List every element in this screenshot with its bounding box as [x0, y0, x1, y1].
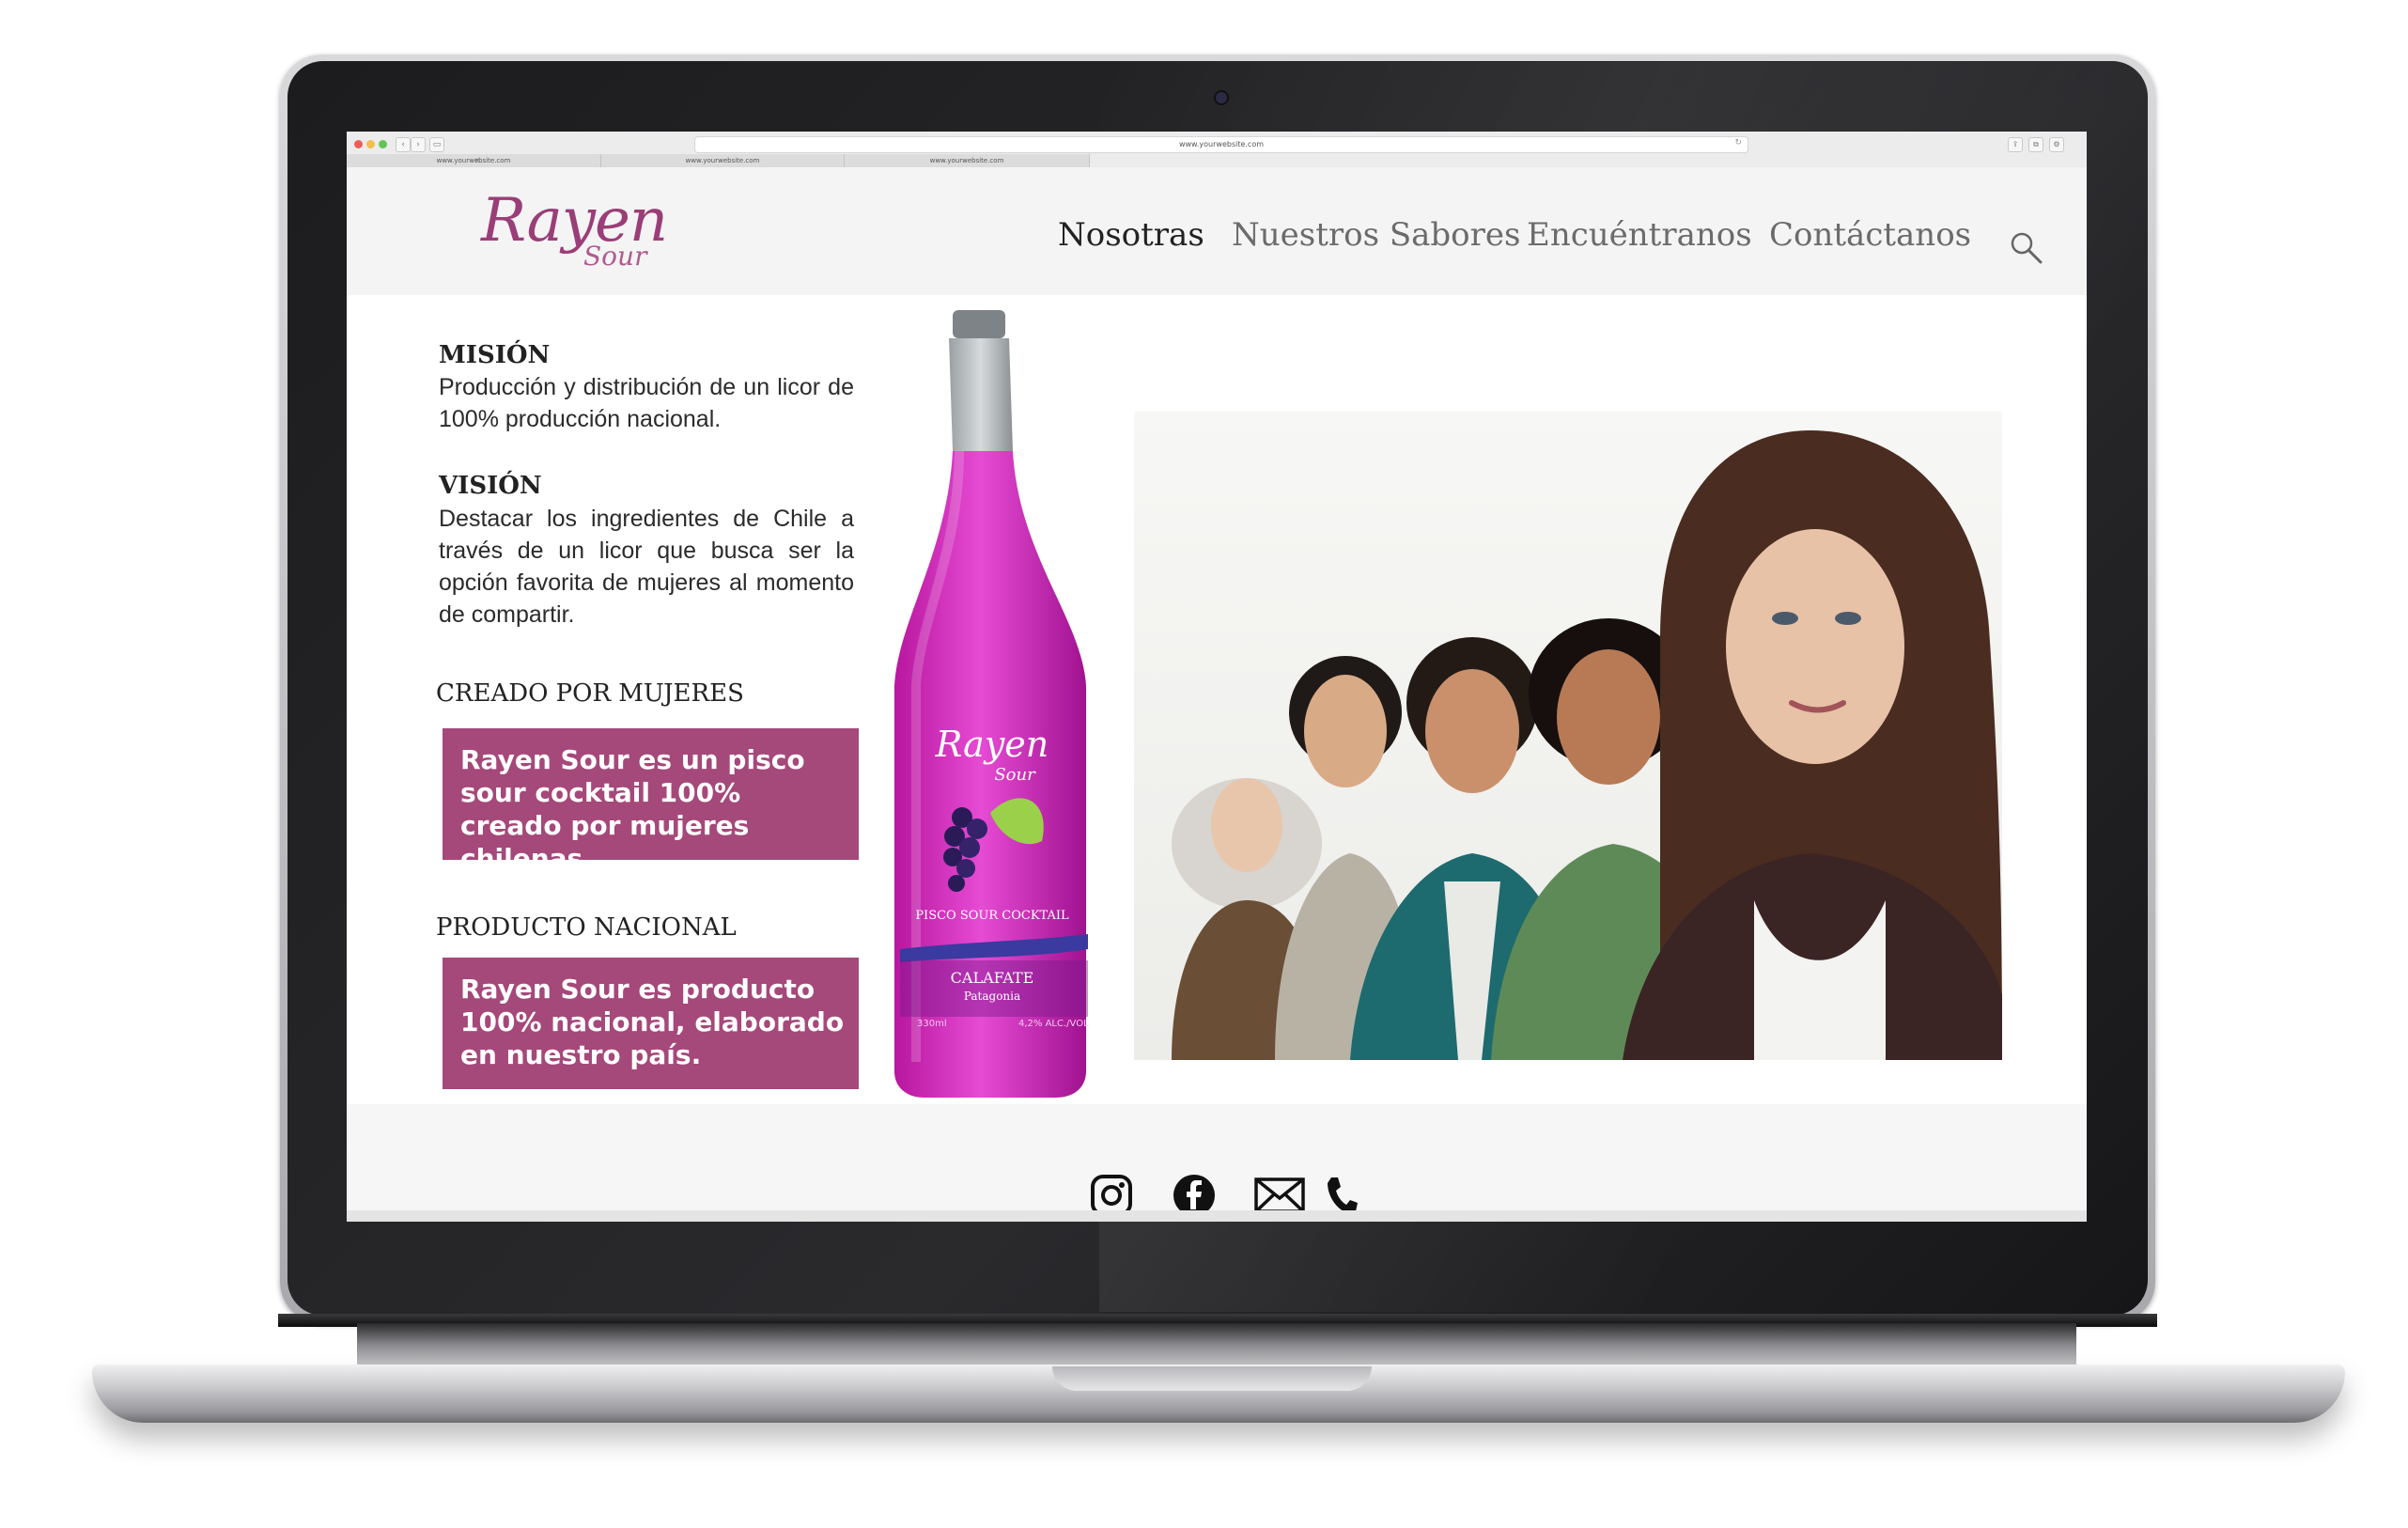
women-info-box: Rayen Sour es un pisco sour cocktail 100…	[443, 728, 859, 874]
site-footer	[347, 1104, 2087, 1222]
nav-nuestros-sabores[interactable]: Nuestros Sabores	[1232, 216, 1520, 254]
maximize-window-button[interactable]	[379, 140, 387, 148]
women-group-photo	[1134, 412, 2002, 1060]
browser-tab[interactable]: × www.yourwebsite.com	[347, 154, 601, 167]
bottle-region-label: Patagonia	[964, 990, 1020, 1003]
nav-contactanos[interactable]: Contáctanos	[1769, 216, 1971, 254]
tab-title: www.yourwebsite.com	[685, 157, 760, 164]
mission-text: Producción y distribución de un licor de…	[439, 374, 854, 432]
bottle-volume-label: 330ml	[917, 1019, 947, 1029]
tab-title: www.yourwebsite.com	[436, 157, 511, 164]
bottle-abv-label: 4,2% ALC./VOL	[1018, 1019, 1089, 1029]
bottle-type-label: PISCO SOUR COCKTAIL	[915, 909, 1069, 923]
vision-text: Destacar los ingredientes de Chile a tra…	[439, 506, 854, 628]
site-header: Rayen Sour Nosotras Nuestros Sabores Enc…	[347, 167, 2087, 295]
screen: ‹ › ▭ www.yourwebsite.com ↻ ⇪ ⧉ ⚙ × www.…	[347, 132, 2087, 1222]
webcam	[1216, 92, 1227, 103]
search-icon[interactable]	[2008, 229, 2045, 267]
women-title: CREADO POR MUJERES	[436, 679, 744, 708]
forward-button[interactable]: ›	[411, 137, 426, 152]
minimize-window-button[interactable]	[366, 140, 375, 148]
settings-icon[interactable]: ⚙	[2049, 137, 2064, 152]
nav-encuentranos[interactable]: Encuéntranos	[1527, 216, 1752, 254]
browser-tab[interactable]: www.yourwebsite.com	[601, 154, 845, 167]
address-text: www.yourwebsite.com	[1178, 140, 1265, 148]
national-title: PRODUCTO NACIONAL	[436, 913, 737, 942]
tab-title: www.yourwebsite.com	[929, 157, 1004, 164]
mission-title: MISIÓN	[439, 341, 551, 369]
browser-chrome: ‹ › ▭ www.yourwebsite.com ↻ ⇪ ⧉ ⚙ × www.…	[347, 132, 2087, 168]
reload-icon[interactable]: ↻	[1734, 138, 1742, 148]
product-bottle-image: Rayen Sour PISCO SOUR COCKTAIL CALAFATE …	[894, 310, 1089, 1098]
national-info-box: Rayen Sour es producto 100% nacional, el…	[443, 958, 859, 1089]
page-bottom-strip	[347, 1210, 2087, 1222]
national-info-text: Rayen Sour es producto 100% nacional, el…	[460, 974, 845, 1070]
browser-tab[interactable]: www.yourwebsite.com	[845, 154, 1090, 167]
sidebar-icon[interactable]: ▭	[429, 137, 444, 152]
lid-opening-notch	[1052, 1366, 1372, 1391]
logo-subtitle: Sour	[583, 241, 647, 272]
bottle-brand-label: Rayen	[935, 724, 1049, 765]
nav-nosotras[interactable]: Nosotras	[1058, 216, 1204, 254]
vision-title: VISIÓN	[439, 472, 542, 500]
close-window-button[interactable]	[354, 140, 363, 148]
tabs-overview-icon[interactable]: ⧉	[2028, 137, 2043, 152]
bottle-flavor-label: CALAFATE	[951, 969, 1034, 987]
women-info-text: Rayen Sour es un pisco sour cocktail 100…	[460, 744, 805, 874]
bottle-sub-label: Sour	[994, 765, 1036, 785]
share-icon[interactable]: ⇪	[2008, 137, 2023, 152]
address-bar[interactable]: www.yourwebsite.com ↻	[694, 136, 1748, 153]
back-button[interactable]: ‹	[396, 137, 411, 152]
